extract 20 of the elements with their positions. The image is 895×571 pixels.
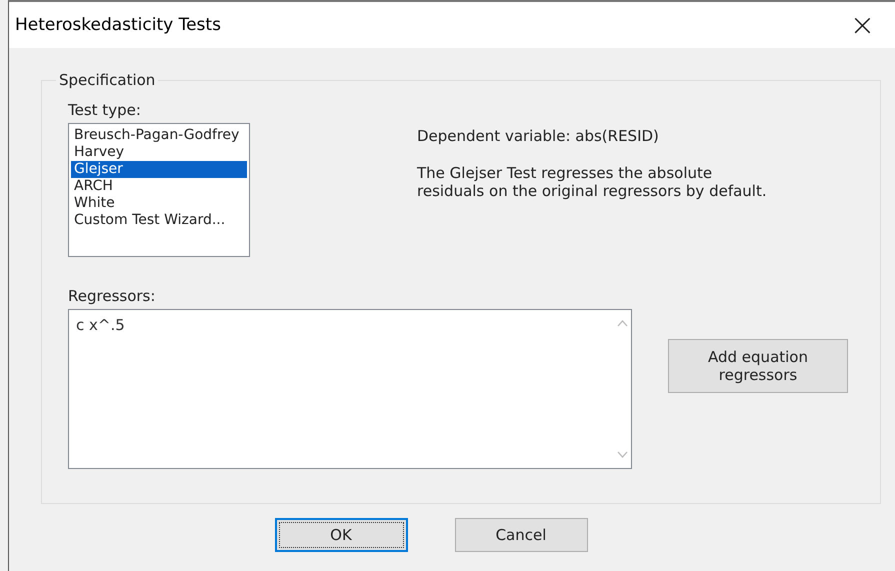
- add-regressors-button[interactable]: Add equation regressors: [668, 339, 848, 393]
- list-item[interactable]: Custom Test Wizard...: [71, 212, 247, 229]
- scroll-up-icon[interactable]: [616, 320, 628, 327]
- scroll-down-icon[interactable]: [616, 451, 628, 458]
- close-button[interactable]: ×: [844, 8, 881, 42]
- list-item[interactable]: Harvey: [71, 144, 247, 161]
- regressors-label: Regressors:: [68, 287, 156, 305]
- description-text: The Glejser Test regresses the absolute residuals on the original regressors by default.: [417, 164, 767, 200]
- list-item[interactable]: ARCH: [71, 178, 247, 195]
- ok-button[interactable]: OK: [274, 518, 408, 552]
- test-type-list[interactable]: Breusch-Pagan-Godfrey Harvey Glejser ARCH White Custom Test Wizard...: [68, 123, 250, 257]
- list-item[interactable]: Breusch-Pagan-Godfrey: [71, 127, 247, 144]
- regressors-field[interactable]: c x^.5: [68, 309, 632, 469]
- test-type-label: Test type:: [68, 101, 142, 119]
- cancel-button[interactable]: Cancel: [454, 518, 588, 552]
- dependent-variable-text: Dependent variable: abs(RESID): [417, 127, 660, 145]
- list-item[interactable]: Glejser: [71, 161, 247, 178]
- group-title: Specification: [56, 71, 158, 89]
- window-title: Heteroskedasticity Tests: [15, 15, 221, 35]
- list-item[interactable]: White: [71, 195, 247, 212]
